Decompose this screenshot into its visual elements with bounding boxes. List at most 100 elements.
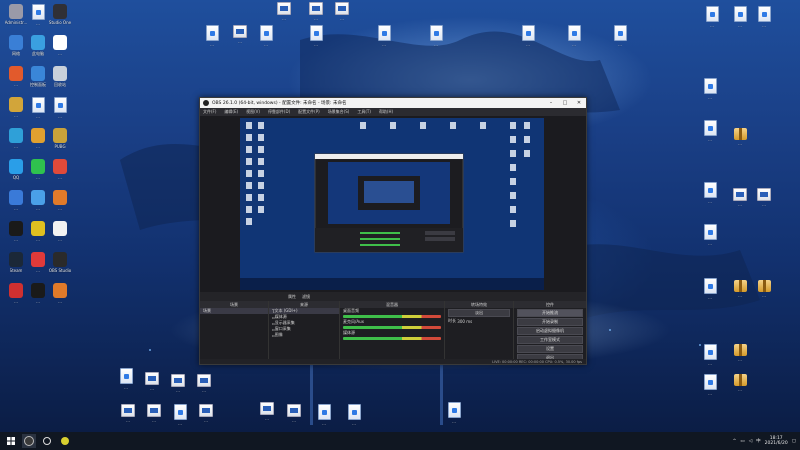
icon-studio[interactable]: Studio One [48,4,72,25]
icon-app13[interactable]: ... [4,283,28,304]
icon-top-3[interactable]: ... [330,2,354,21]
volume-meter[interactable] [343,326,441,329]
icon-obs[interactable]: OBS Studio [48,252,72,273]
menu-item[interactable]: 文件(F) [203,109,216,115]
taskbar-obs[interactable] [22,434,36,448]
filters-button[interactable]: 滤镜 [302,294,310,300]
start-button[interactable] [4,434,18,448]
menu-item[interactable]: 配置文件(P) [298,109,320,115]
icon-iqiyi[interactable]: ... [26,159,50,180]
icon-right-1[interactable]: ... [700,6,724,28]
icon-top-8[interactable]: ... [372,25,396,47]
icon-game[interactable]: ... [26,128,50,149]
icon-computer[interactable]: 此电脑 [26,35,50,56]
icon-top-2[interactable]: ... [304,2,328,21]
icon-bot-2[interactable]: ... [140,372,164,391]
notification-icon[interactable]: ▢ [792,439,796,444]
clock[interactable]: 18:17 2021/6/20 [765,436,788,446]
control-button[interactable]: 启动虚拟摄像机 [517,327,583,335]
icon-edge[interactable]: ... [4,128,28,149]
icon-right-10[interactable]: ... [698,224,722,246]
menu-item[interactable]: 停靠部件(D) [268,109,290,115]
obs-preview[interactable] [240,118,544,290]
menu-item[interactable]: 帮助(H) [379,109,393,115]
icon-right-2[interactable]: ... [728,6,752,28]
icon-top-6[interactable]: ... [254,25,278,47]
duration-input[interactable]: 300 ms [457,319,472,324]
icon-app10[interactable]: ... [4,221,28,242]
control-button[interactable]: 开始录制 [517,318,583,326]
icon-doc[interactable]: ... [26,4,50,26]
icon-bot-8[interactable]: ... [194,404,218,423]
menu-item[interactable]: 视图(V) [246,109,260,115]
icon-control[interactable]: 控制面板 [26,66,50,87]
icon-top-10[interactable]: ... [516,25,540,47]
chevron-up-icon[interactable]: ^ [733,439,737,444]
icon-app14[interactable]: ... [26,283,50,304]
icon-right-7[interactable]: ... [698,182,722,204]
icon-bot-4[interactable]: ... [192,374,216,393]
icon-app3[interactable]: ... [4,97,28,118]
obs-window[interactable]: OBS 26.1.0 (64-bit, windows) - 配置文件: 未命名… [199,97,587,365]
icon-right-3[interactable]: ... [752,6,776,28]
menu-item[interactable]: 编辑(E) [224,109,238,115]
icon-bot-3[interactable]: ... [166,374,190,393]
volume-icon[interactable]: ◁ [749,439,752,444]
icon-top-9[interactable]: ... [424,25,448,47]
volume-meter[interactable] [343,315,441,318]
icon-app1[interactable]: ... [48,35,72,56]
icon-right-8[interactable]: ... [728,188,752,207]
control-button[interactable]: 设置 [517,345,583,353]
minimize-icon[interactable]: – [544,98,558,108]
icon-top-7[interactable]: ... [304,25,328,47]
icon-right-12[interactable]: ... [728,280,752,298]
icon-right-9[interactable]: ... [752,188,776,207]
icon-right-15[interactable]: ... [728,344,752,362]
maximize-icon[interactable]: □ [558,98,572,108]
taskbar-search[interactable] [40,434,54,448]
icon-qq[interactable]: QQ [4,159,28,180]
taskbar-app[interactable] [58,434,72,448]
icon-app15[interactable]: ... [48,283,72,304]
icon-app4[interactable]: ... [26,97,50,119]
icon-network[interactable]: 网络 [4,35,28,56]
icon-steam[interactable]: Steam [4,252,28,273]
icon-top-11[interactable]: ... [562,25,586,47]
menu-item[interactable]: 场景集合(S) [328,109,350,115]
icon-netease[interactable]: ... [26,252,50,273]
icon-right-11[interactable]: ... [698,278,722,300]
icon-pubg[interactable]: PUBG [48,128,72,149]
icon-bot-10[interactable]: ... [282,404,306,423]
icon-bot-9[interactable]: ... [255,402,279,421]
control-button[interactable]: 开始推流 [517,309,583,317]
icon-bot-6[interactable]: ... [142,404,166,423]
icon-right-17[interactable]: ... [728,374,752,392]
volume-meter[interactable] [343,337,441,340]
input-language[interactable]: 中 [756,438,761,444]
icon-bot-11[interactable]: ... [312,404,336,426]
icon-right-4[interactable]: ... [698,78,722,100]
icon-app7[interactable]: ... [4,190,28,211]
icon-top-5[interactable]: ... [228,25,252,44]
scene-item[interactable]: 场景 [200,308,268,314]
icon-app2[interactable]: ... [4,66,28,87]
network-icon[interactable]: ▭ [740,439,744,444]
icon-top-12[interactable]: ... [608,25,632,47]
icon-bot-7[interactable]: ... [168,404,192,426]
icon-bot-12[interactable]: ... [342,404,366,426]
icon-app5[interactable]: ... [48,97,72,119]
icon-app6[interactable]: ... [48,159,72,180]
menu-item[interactable]: 工具(T) [357,109,371,115]
icon-app9[interactable]: ... [48,190,72,211]
transition-select[interactable]: 淡出 [448,309,510,317]
icon-top-1[interactable]: ... [272,2,296,21]
icon-right-14[interactable]: ... [698,344,722,366]
icon-bot-1[interactable]: ... [114,368,138,390]
icon-right-5[interactable]: ... [698,120,722,142]
obs-titlebar[interactable]: OBS 26.1.0 (64-bit, windows) - 配置文件: 未命名… [200,98,586,108]
close-icon[interactable]: ✕ [572,98,586,108]
icon-app11[interactable]: ... [26,221,50,242]
icon-recycle[interactable]: 回收站 [48,66,72,87]
properties-button[interactable]: 属性 [288,294,296,300]
icon-bot-13[interactable]: ... [442,402,466,424]
